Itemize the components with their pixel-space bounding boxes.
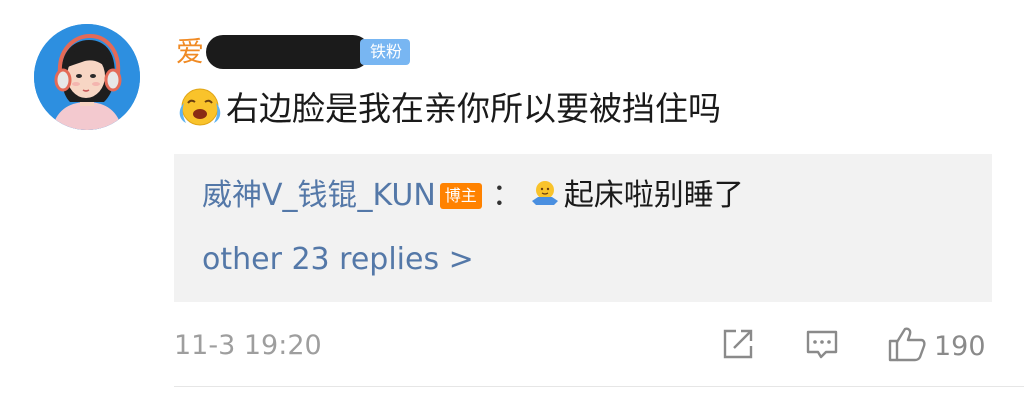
comment-button[interactable] — [804, 326, 840, 366]
divider — [174, 386, 1024, 387]
username-redaction — [206, 35, 371, 69]
username[interactable]: 爱 — [176, 34, 204, 70]
comment-timestamp: 11-3 19:20 — [174, 330, 322, 361]
shrug-emoji-icon — [530, 179, 560, 213]
reply-preview[interactable]: 威神V_钱锟_KUN 博主 ： 起床啦别睡了 other 23 replies … — [174, 154, 992, 302]
more-replies-link[interactable]: other 23 replies > — [202, 240, 474, 280]
crying-laughing-emoji-icon — [176, 85, 222, 133]
share-icon — [720, 326, 756, 366]
comment-card: 爱 铁粉 右边脸是我在亲你所以要被挡住吗 威神V_钱锟_KUN 博主 ： 起床啦… — [0, 0, 1024, 401]
like-button[interactable]: 190 — [886, 326, 986, 366]
thumbs-up-icon — [886, 324, 928, 368]
reply-item: 威神V_钱锟_KUN 博主 ： 起床啦别睡了 — [202, 176, 744, 216]
avatar-illustration — [34, 24, 140, 130]
share-button[interactable] — [720, 326, 756, 366]
like-count: 190 — [934, 330, 986, 362]
reply-colon: ： — [491, 178, 522, 213]
author-badge: 博主 — [439, 183, 482, 209]
comment-text: 右边脸是我在亲你所以要被挡住吗 — [226, 89, 721, 128]
fan-badge: 铁粉 — [360, 39, 411, 65]
reply-username[interactable]: 威神V_钱锟_KUN — [202, 176, 436, 216]
reply-text: 起床啦别睡了 — [563, 178, 744, 213]
comment-icon — [804, 326, 840, 366]
avatar[interactable] — [34, 24, 140, 130]
comment-author: 爱 铁粉 — [176, 34, 411, 70]
comment-body: 右边脸是我在亲你所以要被挡住吗 — [176, 84, 721, 134]
